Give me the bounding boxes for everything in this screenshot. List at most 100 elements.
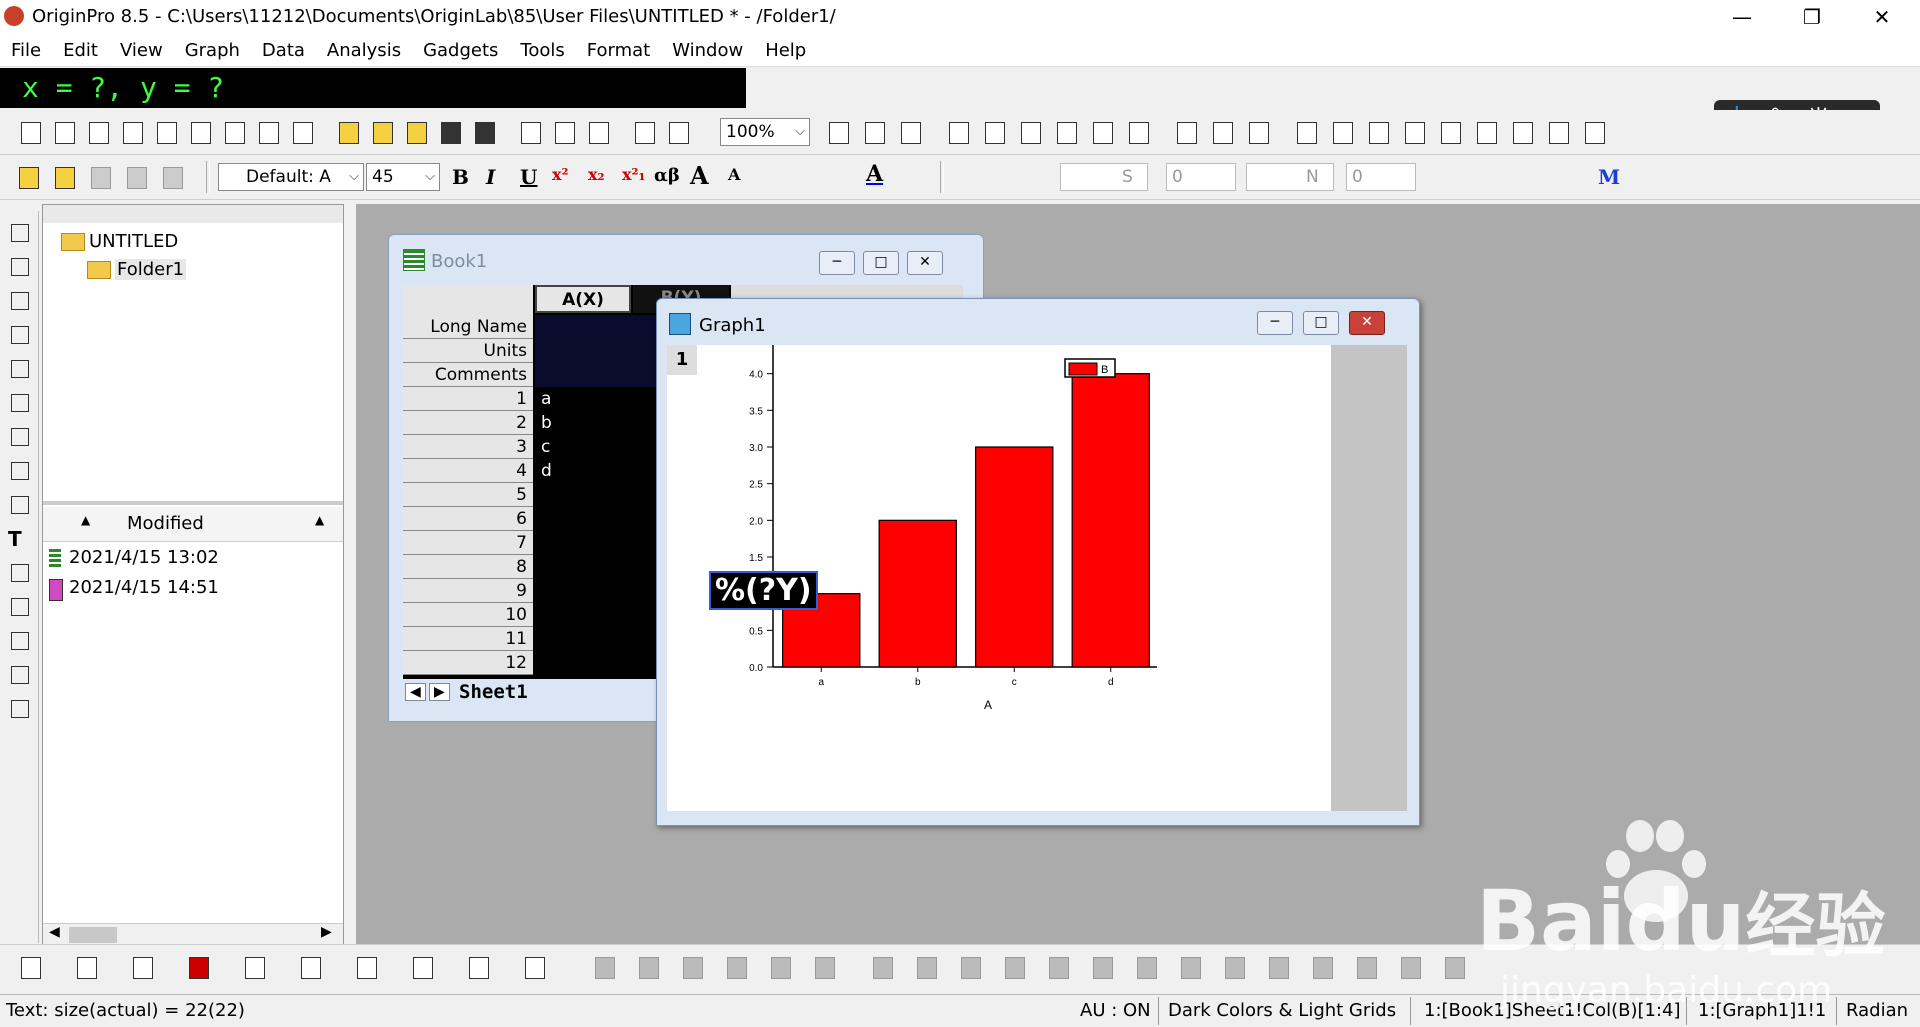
gadget-icon[interactable] [1210, 119, 1236, 145]
polar-plot-icon[interactable] [410, 954, 436, 980]
row-number[interactable]: 10 [403, 603, 533, 627]
screen-reader-icon[interactable] [8, 323, 30, 345]
eraser-icon[interactable] [160, 164, 186, 190]
underline-button[interactable]: U [520, 165, 537, 189]
group-icon[interactable] [1310, 954, 1336, 980]
export-icon[interactable] [898, 119, 924, 145]
align-bottom-icon[interactable] [1002, 954, 1028, 980]
print-icon[interactable] [826, 119, 852, 145]
y-axis-title[interactable]: %(?Y) [709, 571, 818, 610]
template-icon[interactable] [522, 954, 548, 980]
new-function-icon[interactable] [222, 119, 248, 145]
open-template-icon[interactable] [370, 119, 396, 145]
menu-gadgets[interactable]: Gadgets [412, 40, 509, 61]
draw-data-icon[interactable] [8, 493, 30, 515]
line-plot-icon[interactable] [18, 954, 44, 980]
image-plot-icon[interactable] [768, 954, 794, 980]
greek-button[interactable]: αβ [654, 165, 680, 186]
sheet-prev-icon[interactable]: ◀ [405, 683, 426, 701]
run-icon[interactable] [666, 119, 692, 145]
menu-analysis[interactable]: Analysis [316, 40, 412, 61]
modified-item-1[interactable]: 2021/4/15 13:02 [69, 547, 219, 568]
project-explorer-header[interactable] [43, 205, 343, 223]
line-tool-icon[interactable] [8, 595, 30, 617]
scroll-right-icon[interactable]: ▶ [321, 924, 332, 940]
subscript-button[interactable]: x₂ [588, 165, 605, 184]
row-number[interactable]: 8 [403, 555, 533, 579]
line-style-select[interactable]: S [1060, 163, 1148, 191]
open-excel-icon[interactable] [404, 119, 430, 145]
row-number[interactable]: 5 [403, 483, 533, 507]
cell-a[interactable]: d [535, 459, 631, 483]
zoom-select[interactable]: 100% ⌵ [720, 118, 810, 146]
zoom-out-icon[interactable] [8, 289, 30, 311]
stamp-icon[interactable] [88, 164, 114, 190]
open-icon[interactable] [52, 164, 78, 190]
menu-edit[interactable]: Edit [52, 40, 109, 61]
scatter-plot-icon[interactable] [74, 954, 100, 980]
close-button[interactable]: ✕ [1852, 0, 1912, 34]
new-notes-icon[interactable] [290, 119, 316, 145]
zoom-icon[interactable] [8, 255, 30, 277]
import-multiple-icon[interactable] [552, 119, 578, 145]
align-top-icon[interactable] [958, 954, 984, 980]
add-layer-icon[interactable] [1174, 119, 1200, 145]
font-color-button[interactable]: A [866, 161, 883, 187]
align-middle-icon[interactable] [1090, 954, 1116, 980]
menu-window[interactable]: Window [661, 40, 754, 61]
supsub-button[interactable]: x²₁ [622, 165, 646, 184]
edit-pencil-icon[interactable] [16, 164, 42, 190]
row-number[interactable]: 6 [403, 507, 533, 531]
new-folder-icon[interactable] [52, 119, 78, 145]
distribute-h-icon[interactable] [1134, 954, 1160, 980]
row-number[interactable]: 12 [403, 651, 533, 675]
menu-data[interactable]: Data [251, 40, 316, 61]
front-icon[interactable] [1222, 954, 1248, 980]
region-icon[interactable] [8, 697, 30, 719]
new-project-icon[interactable] [18, 119, 44, 145]
cell-a[interactable]: a [535, 387, 631, 411]
align-left-icon[interactable] [870, 954, 896, 980]
graph-minimize-button[interactable]: ─ [1257, 311, 1293, 335]
row-number[interactable]: 4 [403, 459, 533, 483]
book-minimize-button[interactable]: ─ [819, 251, 855, 275]
font-size-select[interactable]: 45 ⌵ [366, 163, 440, 191]
graph-canvas[interactable]: 0.00.51.01.52.02.53.03.54.0abcdAB 1 %(?Y… [667, 345, 1331, 811]
ungroup-icon[interactable] [1354, 954, 1380, 980]
row-number[interactable]: 2 [403, 411, 533, 435]
error-bar-icon[interactable] [298, 954, 324, 980]
row-header-units[interactable]: Units [403, 339, 533, 363]
scroll-up-icon[interactable]: ▲ [315, 513, 324, 527]
open-icon[interactable] [336, 119, 362, 145]
palette-icon[interactable] [124, 164, 150, 190]
fill-select[interactable]: N [1246, 163, 1334, 191]
command-window-icon[interactable] [982, 119, 1008, 145]
back-icon[interactable] [1266, 954, 1292, 980]
save-template-icon[interactable] [472, 119, 498, 145]
align-right-icon[interactable] [914, 954, 940, 980]
resize-icon[interactable] [1398, 954, 1424, 980]
splitter[interactable] [43, 501, 343, 505]
cell-a[interactable]: b [535, 411, 631, 435]
code-builder-icon[interactable] [1054, 119, 1080, 145]
row-number[interactable]: 11 [403, 627, 533, 651]
axes-bottom-icon[interactable] [1474, 119, 1500, 145]
sheet-next-icon[interactable]: ▶ [429, 683, 450, 701]
row-number[interactable]: 1 [403, 387, 533, 411]
row-number[interactable]: 9 [403, 579, 533, 603]
horizontal-scrollbar[interactable]: ◀ ▶ [43, 923, 343, 946]
recalculate-icon[interactable] [632, 119, 658, 145]
vector-icon[interactable] [812, 954, 838, 980]
column-a-header[interactable]: A(X) [535, 285, 631, 313]
axes-box-icon[interactable] [1402, 119, 1428, 145]
axes-step-icon[interactable] [1438, 119, 1464, 145]
book-close-button[interactable]: ✕ [907, 251, 943, 275]
corner-cell[interactable] [403, 285, 533, 315]
project-folder[interactable]: Folder1 [115, 259, 187, 280]
candle-plot-icon[interactable] [466, 954, 492, 980]
3d-plot-icon[interactable] [592, 954, 618, 980]
layer-badge[interactable]: 1 [667, 345, 697, 375]
menu-file[interactable]: File [0, 40, 52, 61]
project-root[interactable]: UNTITLED [89, 231, 178, 252]
decrease-font-button[interactable]: A [728, 165, 740, 184]
